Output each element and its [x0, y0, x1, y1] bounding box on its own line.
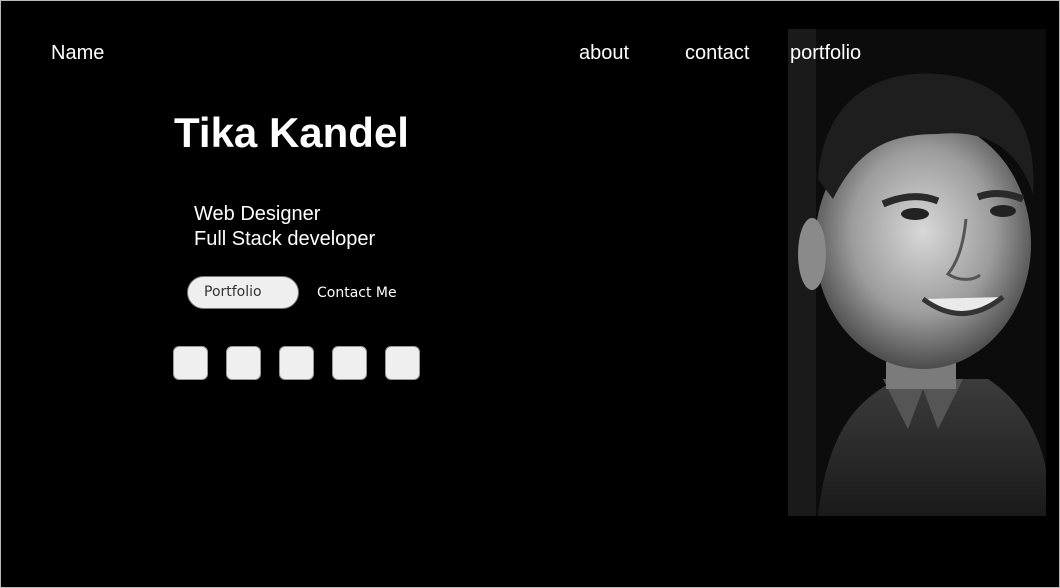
- page-frame: Name about contact portfolio Tika Kandel…: [0, 0, 1060, 588]
- nav-about-link[interactable]: about: [579, 41, 629, 65]
- social-link-button[interactable]: [279, 346, 314, 380]
- social-link-button[interactable]: [173, 346, 208, 380]
- role-web-designer: Web Designer: [194, 203, 321, 225]
- portrait-illustration: [788, 29, 1046, 516]
- hero-name-heading: Tika Kandel: [174, 109, 409, 156]
- portfolio-button[interactable]: Portfolio: [187, 276, 299, 309]
- brand-name[interactable]: Name: [51, 41, 104, 65]
- profile-photo: [788, 29, 1046, 516]
- nav-portfolio-link[interactable]: portfolio: [790, 41, 861, 65]
- social-link-button[interactable]: [385, 346, 420, 380]
- contact-me-button[interactable]: Contact Me: [317, 284, 397, 302]
- social-link-button[interactable]: [226, 346, 261, 380]
- nav-contact-link[interactable]: contact: [685, 41, 749, 65]
- social-link-button[interactable]: [332, 346, 367, 380]
- role-full-stack-developer: Full Stack developer: [194, 228, 376, 250]
